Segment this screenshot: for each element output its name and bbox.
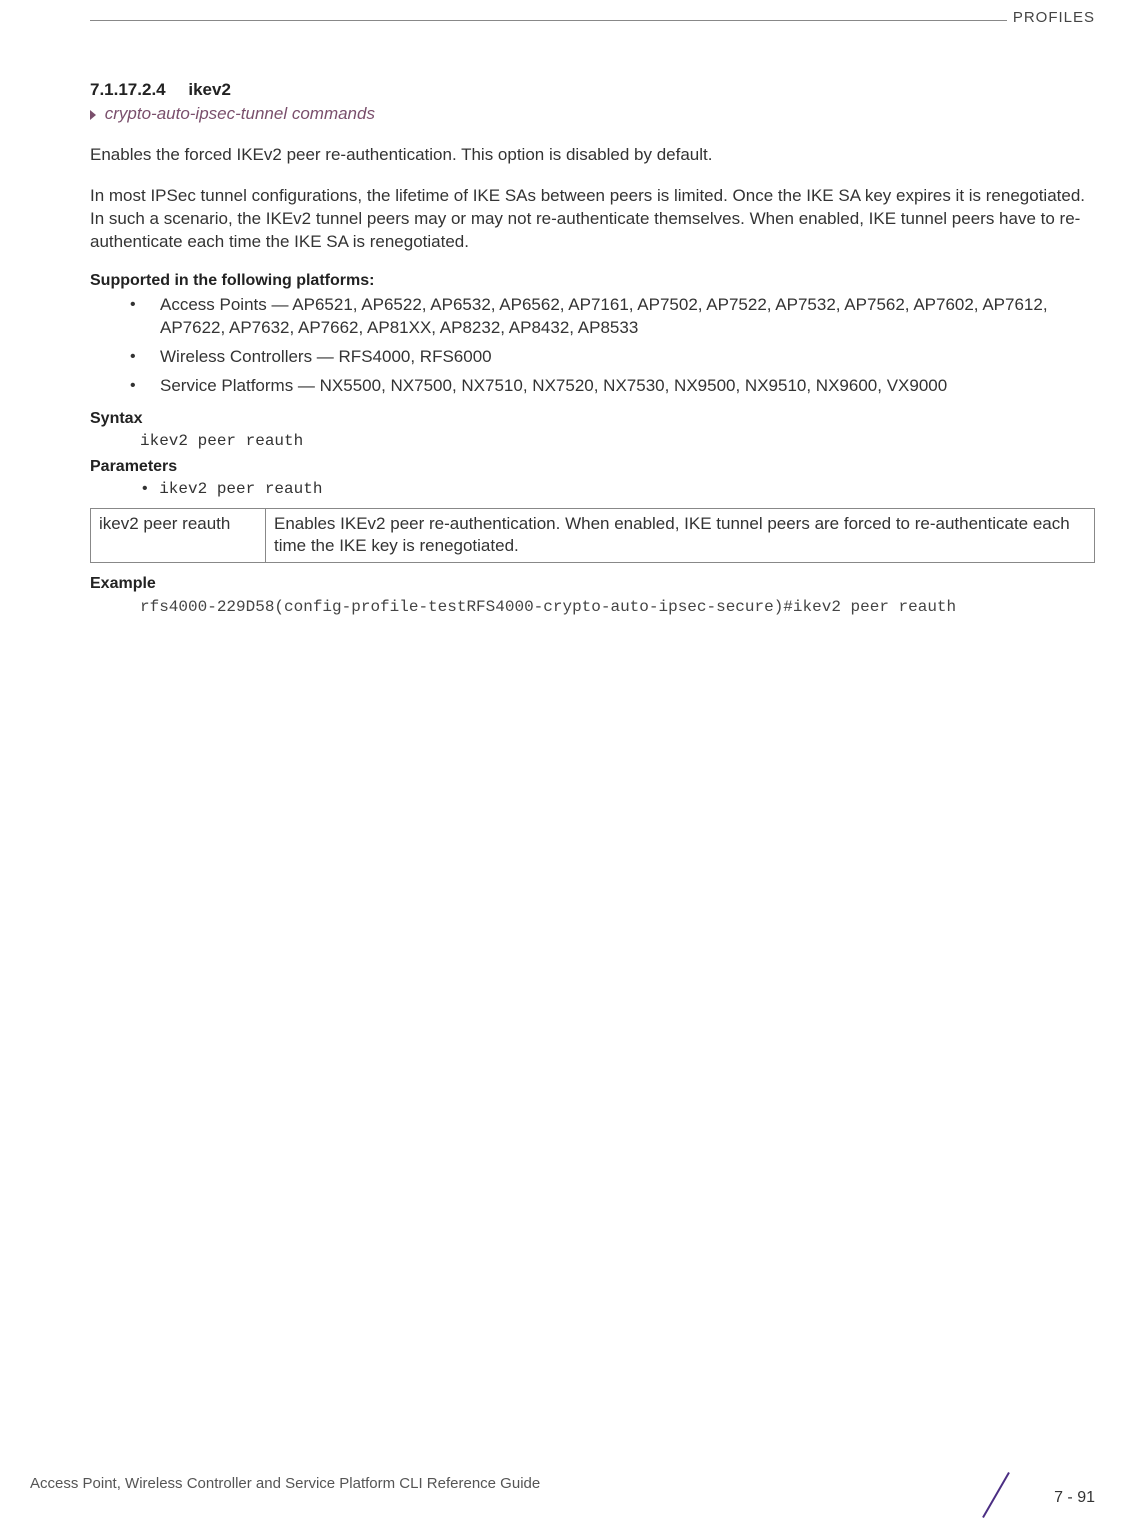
footer-slash-icon <box>973 1471 1021 1519</box>
example-code: rfs4000-229D58(config-profile-testRFS400… <box>140 597 1095 617</box>
param-name-cell: ikev2 peer reauth <box>91 508 266 563</box>
section-number: 7.1.17.2.4 <box>90 80 166 99</box>
example-heading: Example <box>90 575 1095 593</box>
param-desc-cell: Enables IKEv2 peer re-authentication. Wh… <box>266 508 1095 563</box>
breadcrumb-link[interactable]: crypto-auto-ipsec-tunnel commands <box>105 104 375 123</box>
header-category: PROFILES <box>1007 9 1095 26</box>
supported-heading: Supported in the following platforms: <box>90 272 1095 290</box>
parameters-table: ikev2 peer reauth Enables IKEv2 peer re-… <box>90 508 1095 564</box>
page-header: PROFILES <box>90 20 1095 55</box>
parameters-heading: Parameters <box>90 458 1095 476</box>
table-row: ikev2 peer reauth Enables IKEv2 peer re-… <box>91 508 1095 563</box>
section-heading: 7.1.17.2.4 ikev2 <box>90 80 1095 100</box>
parameters-bullet: • ikev2 peer reauth <box>140 480 1095 498</box>
page-content: 7.1.17.2.4 ikev2 crypto-auto-ipsec-tunne… <box>0 55 1125 617</box>
intro-paragraph-2: In most IPSec tunnel configurations, the… <box>90 185 1095 254</box>
syntax-heading: Syntax <box>90 410 1095 428</box>
syntax-code: ikev2 peer reauth <box>140 432 1095 450</box>
supported-list: Access Points — AP6521, AP6522, AP6532, … <box>130 294 1095 398</box>
page-footer: Access Point, Wireless Controller and Se… <box>30 1473 1095 1513</box>
arrow-right-icon <box>90 110 96 120</box>
footer-page-number: 7 - 91 <box>1054 1489 1095 1507</box>
list-item: Access Points — AP6521, AP6522, AP6532, … <box>130 294 1095 340</box>
breadcrumb[interactable]: crypto-auto-ipsec-tunnel commands <box>90 104 1095 124</box>
list-item: Wireless Controllers — RFS4000, RFS6000 <box>130 346 1095 369</box>
section-title: ikev2 <box>188 80 231 99</box>
footer-title: Access Point, Wireless Controller and Se… <box>30 1475 540 1492</box>
list-item: Service Platforms — NX5500, NX7500, NX75… <box>130 375 1095 398</box>
intro-paragraph-1: Enables the forced IKEv2 peer re-authent… <box>90 144 1095 167</box>
